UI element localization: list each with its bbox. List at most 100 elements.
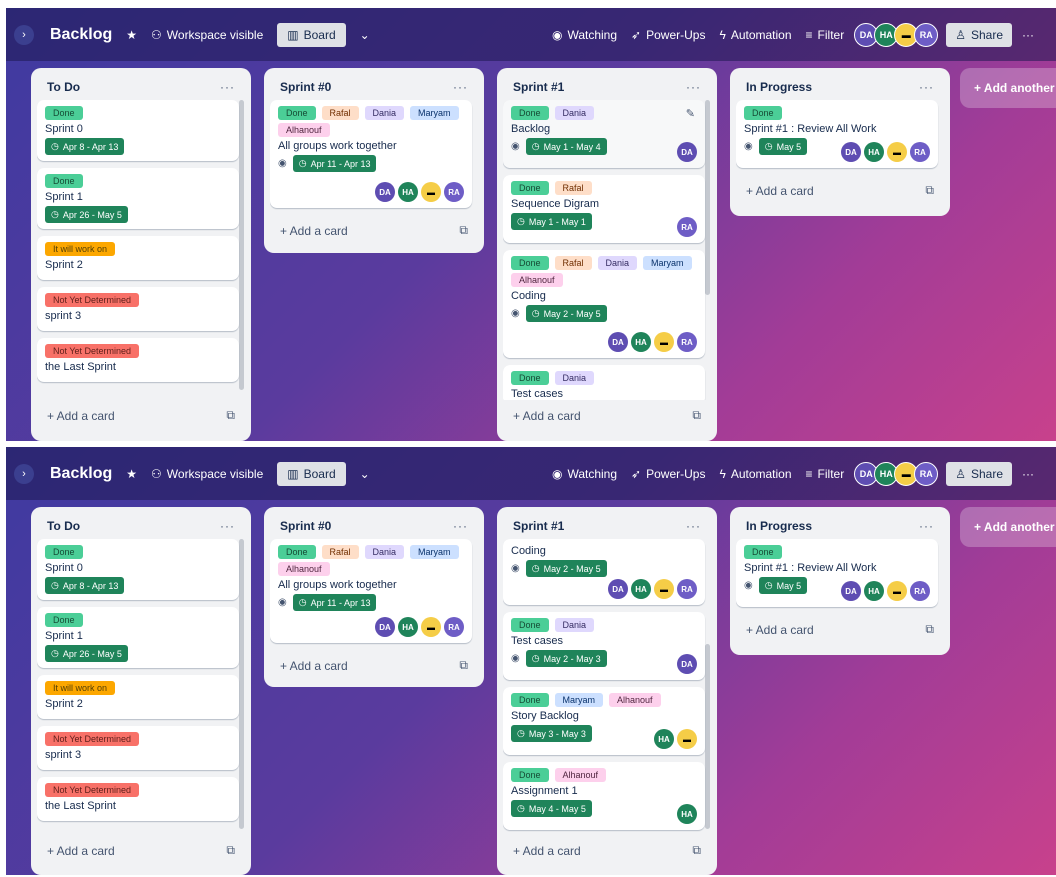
avatar[interactable]: RA (444, 617, 464, 637)
mask-avatar-icon[interactable]: ▬ (421, 182, 441, 202)
powerups-button[interactable]: ➶ Power-Ups (631, 28, 705, 42)
avatar[interactable]: RA (677, 332, 697, 352)
list-menu-icon[interactable]: ··· (453, 519, 468, 533)
edit-pencil-icon[interactable]: ✎ (686, 107, 695, 120)
board-title[interactable]: Backlog (50, 465, 112, 483)
card[interactable]: Done Maryam Alhanouf Story Backlog ◷ May … (503, 687, 705, 755)
avatar[interactable]: HA (398, 182, 418, 202)
chevron-down-icon[interactable]: ⌄ (360, 467, 370, 481)
add-card-button[interactable]: + Add a card ⧉ (736, 614, 944, 641)
list-menu-icon[interactable]: ··· (453, 80, 468, 94)
avatar[interactable]: DA (608, 332, 628, 352)
scrollbar[interactable] (705, 100, 710, 295)
mask-avatar-icon[interactable]: ▬ (677, 729, 697, 749)
visibility-button[interactable]: ⚇ Workspace visible (151, 467, 263, 481)
card[interactable]: Done Dania Test cases (503, 365, 705, 400)
due-date-badge[interactable]: ◷ May 1 - May 1 (511, 213, 592, 230)
board-title[interactable]: Backlog (50, 26, 112, 44)
due-date-badge[interactable]: ◷ May 1 - May 4 (525, 138, 607, 155)
due-date-badge[interactable]: ◷ Apr 8 - Apr 13 (45, 138, 125, 155)
add-card-button[interactable]: + Add a card ⧉ (270, 215, 478, 242)
template-icon[interactable]: ⧉ (925, 622, 934, 637)
add-card-button[interactable]: + Add a card ⧉ (503, 835, 711, 862)
watching-button[interactable]: ◉ Watching (552, 467, 617, 481)
list-menu-icon[interactable]: ··· (686, 80, 701, 94)
due-date-badge[interactable]: ◷ May 4 - May 5 (511, 800, 592, 817)
chevron-down-icon[interactable]: ⌄ (360, 28, 370, 42)
avatar[interactable]: DA (841, 142, 861, 162)
avatar[interactable]: DA (375, 617, 395, 637)
star-icon[interactable]: ★ (126, 28, 137, 42)
template-icon[interactable]: ⧉ (459, 223, 468, 238)
automation-button[interactable]: ϟ Automation (719, 28, 791, 42)
avatar[interactable]: HA (631, 332, 651, 352)
share-button[interactable]: ♙ Share (946, 22, 1012, 47)
card[interactable]: Done Sprint #1 : Review All Work ◉ ◷ May 5… (736, 100, 938, 168)
board-view-button[interactable]: ▥ Board (277, 461, 346, 486)
card[interactable]: Done Sprint 0 ◷ Apr 8 - Apr 13 (37, 539, 239, 600)
board-view-button[interactable]: ▥ Board (277, 22, 346, 47)
due-date-badge[interactable]: ◷ May 2 - May 3 (525, 650, 607, 667)
mask-avatar-icon[interactable]: ▬ (654, 579, 674, 599)
card[interactable]: Not Yet Determined the Last Sprint (37, 777, 239, 821)
card[interactable]: Done Sprint 0 ◷ Apr 8 - Apr 13 (37, 100, 239, 161)
due-date-badge[interactable]: ◷ May 2 - May 5 (525, 560, 607, 577)
card[interactable]: Done Alhanouf Assignment 1 ◷ May 4 - May … (503, 762, 705, 830)
avatar[interactable]: RA (677, 217, 697, 237)
mask-avatar-icon[interactable]: ▬ (421, 617, 441, 637)
avatar[interactable]: HA (864, 142, 884, 162)
card[interactable]: Done Rafal Dania Maryam Alhanouf All gro… (270, 100, 472, 208)
due-date-badge[interactable]: ◷ May 5 (758, 138, 808, 155)
sidebar-toggle-icon[interactable]: › (14, 463, 34, 484)
more-icon[interactable]: ··· (1022, 28, 1034, 42)
card[interactable]: Not Yet Determined sprint 3 (37, 287, 239, 331)
template-icon[interactable]: ⧉ (925, 183, 934, 198)
avatar[interactable]: HA (398, 617, 418, 637)
board-members[interactable]: DA HA ▬ RA (854, 22, 939, 47)
due-date-badge[interactable]: ◷ May 2 - May 5 (525, 305, 607, 322)
avatar[interactable]: RA (914, 22, 939, 47)
mask-avatar-icon[interactable]: ▬ (654, 332, 674, 352)
avatar[interactable]: DA (677, 142, 697, 162)
list-menu-icon[interactable]: ··· (919, 80, 934, 94)
due-date-badge[interactable]: ◷ May 5 (758, 577, 808, 594)
filter-button[interactable]: ≡ Filter (806, 28, 845, 42)
due-date-badge[interactable]: ◷ Apr 26 - May 5 (45, 645, 128, 662)
card[interactable]: Done Dania Test cases ◉ ◷ May 2 - May 3 DA (503, 612, 705, 680)
due-date-badge[interactable]: ◷ Apr 8 - Apr 13 (45, 577, 125, 594)
avatar[interactable]: RA (910, 142, 930, 162)
avatar[interactable]: DA (677, 654, 697, 674)
scrollbar[interactable] (239, 539, 244, 829)
board-members[interactable]: DA HA ▬ RA (854, 461, 939, 486)
card[interactable]: ✎ Done Dania Backlog ◉ ◷ May 1 - May 4 DA (503, 100, 705, 168)
avatar[interactable]: RA (444, 182, 464, 202)
add-another-list-button[interactable]: + Add another (960, 507, 1056, 547)
card[interactable]: Done Sprint 1 ◷ Apr 26 - May 5 (37, 607, 239, 668)
avatar[interactable]: DA (608, 579, 628, 599)
list-menu-icon[interactable]: ··· (220, 519, 235, 533)
avatar[interactable]: RA (910, 581, 930, 601)
avatar[interactable]: HA (677, 804, 697, 824)
due-date-badge[interactable]: ◷ Apr 11 - Apr 13 (292, 594, 377, 611)
star-icon[interactable]: ★ (126, 467, 137, 481)
add-card-button[interactable]: + Add a card ⧉ (270, 650, 478, 677)
template-icon[interactable]: ⧉ (692, 843, 701, 858)
more-icon[interactable]: ··· (1022, 467, 1034, 481)
avatar[interactable]: HA (654, 729, 674, 749)
avatar[interactable]: RA (914, 461, 939, 486)
card[interactable]: Done Rafal Dania Maryam Alhanouf All gro… (270, 539, 472, 643)
scrollbar[interactable] (239, 100, 244, 390)
avatar[interactable]: DA (841, 581, 861, 601)
card[interactable]: It will work on Sprint 2 (37, 236, 239, 280)
due-date-badge[interactable]: ◷ May 3 - May 3 (511, 725, 592, 742)
card[interactable]: Not Yet Determined sprint 3 (37, 726, 239, 770)
scrollbar[interactable] (705, 644, 710, 829)
mask-avatar-icon[interactable]: ▬ (887, 581, 907, 601)
list-menu-icon[interactable]: ··· (220, 80, 235, 94)
avatar[interactable]: HA (631, 579, 651, 599)
card[interactable]: Done Sprint 1 ◷ Apr 26 - May 5 (37, 168, 239, 229)
template-icon[interactable]: ⧉ (692, 408, 701, 423)
card[interactable]: Done Rafal Dania Maryam Alhanouf Coding … (503, 250, 705, 358)
powerups-button[interactable]: ➶ Power-Ups (631, 467, 705, 481)
avatar[interactable]: RA (677, 579, 697, 599)
